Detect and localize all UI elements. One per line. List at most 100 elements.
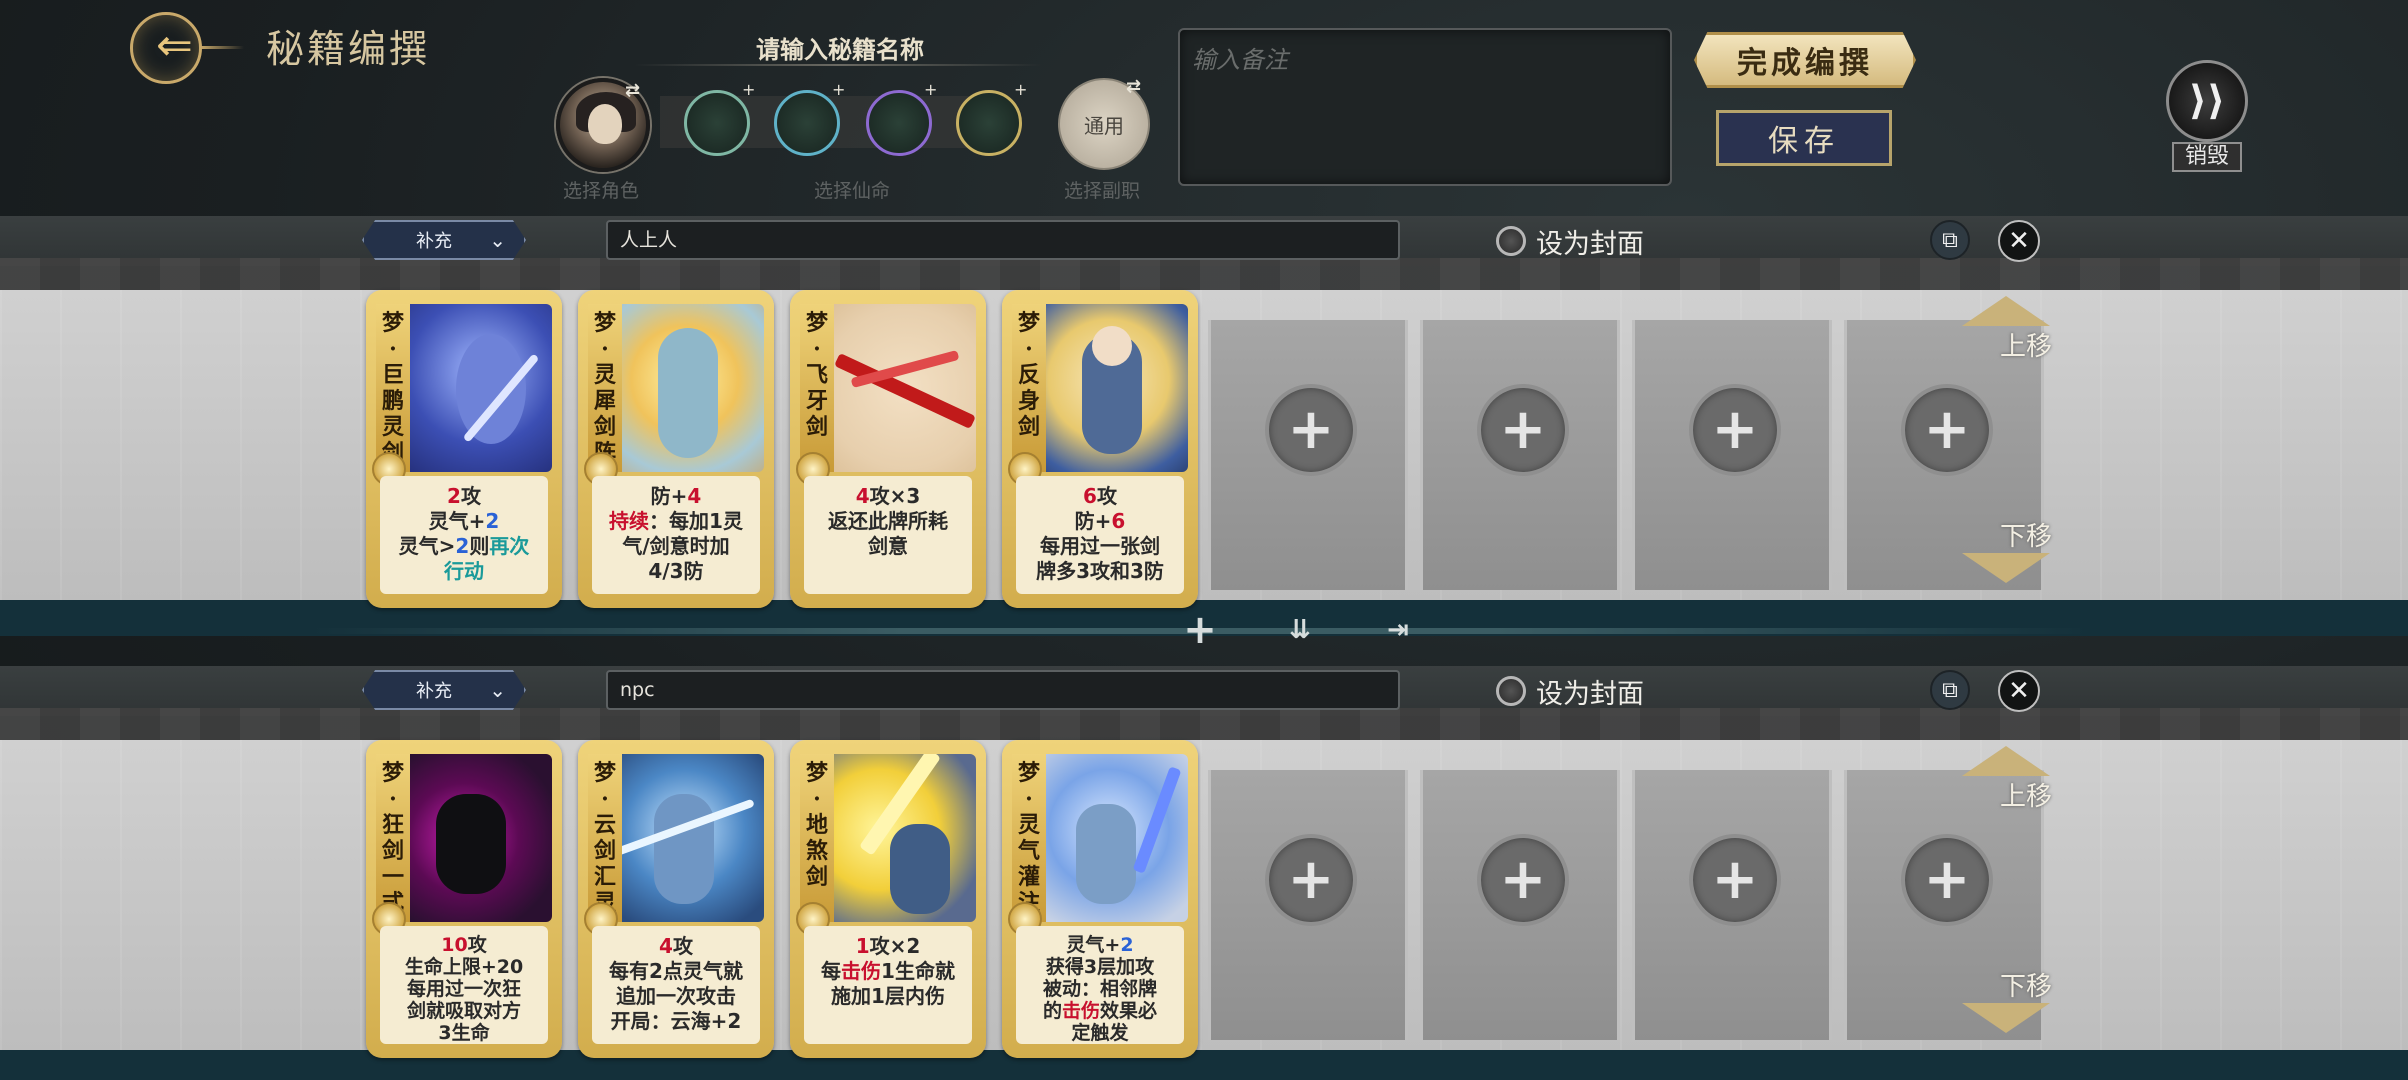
- deck-name-prompt[interactable]: 请输入秘籍名称: [640, 30, 1040, 65]
- empty-card-slot[interactable]: +: [1208, 320, 1408, 590]
- desc-text: 攻×3: [869, 484, 921, 508]
- copy-deck-button[interactable]: ⧉: [1930, 220, 1970, 260]
- fate-slot-1[interactable]: [684, 90, 750, 156]
- swap-icon[interactable]: ⇄: [1126, 76, 1141, 97]
- card[interactable]: 梦 · 地 煞 剑 1攻×2 每击伤1生命就 施加1层内伤: [790, 740, 986, 1058]
- add-card-icon[interactable]: +: [1265, 834, 1357, 926]
- desc-number: 2: [447, 484, 461, 508]
- move-up-button[interactable]: 上移: [1946, 296, 2066, 366]
- set-cover-toggle[interactable]: 设为封面: [1496, 674, 1644, 710]
- page-title: 秘籍编撰: [266, 27, 431, 71]
- desc-line: 每有2点灵气就: [609, 959, 743, 983]
- move-up-button[interactable]: 上移: [1946, 746, 2066, 816]
- card[interactable]: 梦 · 飞 牙 剑 4攻×3 返还此牌所耗 剑意: [790, 290, 986, 608]
- card-name-dot: ·: [601, 786, 609, 812]
- empty-card-slot[interactable]: +: [1420, 770, 1620, 1040]
- back-button[interactable]: ⇐: [122, 6, 244, 84]
- fate-slot-4[interactable]: [956, 90, 1022, 156]
- add-card-icon[interactable]: +: [1477, 384, 1569, 476]
- card[interactable]: 梦 · 灵 犀 剑 阵 防+4 持续：每加1灵 气/剑意时加 4/3防: [578, 290, 774, 608]
- copy-deck-button[interactable]: ⧉: [1930, 670, 1970, 710]
- card-prefix: 梦: [1017, 760, 1040, 786]
- card-name-dot: ·: [1025, 336, 1033, 362]
- desc-line: 施加1层内伤: [831, 984, 945, 1008]
- add-card-icon[interactable]: +: [1689, 834, 1781, 926]
- add-card-icon[interactable]: +: [1901, 834, 1993, 926]
- card[interactable]: 梦 · 云 剑 汇 灵 4攻 每有2点灵气就 追加一次攻击 开局：云海+2: [578, 740, 774, 1058]
- deck-section: 补充 ⌄ 人上人 设为封面 ⧉ ✕ 梦 · 巨 鹏 灵 剑: [0, 216, 2408, 636]
- card-name-char: 汇: [593, 864, 616, 890]
- move-down-label: 下移: [1999, 522, 2052, 552]
- card-name-char: 巨: [381, 362, 404, 388]
- deck-type-select[interactable]: 补充 ⌄: [362, 670, 526, 710]
- desc-keyword: 击伤: [841, 959, 882, 983]
- back-arrow-icon: ⇐: [156, 20, 193, 71]
- empty-card-slot[interactable]: +: [1632, 320, 1832, 590]
- desc-line: 1攻×2: [804, 934, 972, 959]
- add-deck-icon[interactable]: +: [1178, 607, 1222, 653]
- delete-deck-button[interactable]: ✕: [1998, 670, 2040, 712]
- deck-tape-decoration: [0, 708, 2408, 740]
- desc-line: 每用过一张剑: [1040, 534, 1160, 558]
- set-cover-toggle[interactable]: 设为封面: [1496, 224, 1644, 260]
- desc-text: 的: [1042, 1000, 1062, 1022]
- add-card-icon[interactable]: +: [1477, 834, 1569, 926]
- desc-line: 持续：每加1灵: [592, 509, 760, 534]
- fate-add-icon: +: [742, 80, 756, 99]
- save-button[interactable]: 保存: [1716, 110, 1892, 166]
- deck-name-input[interactable]: npc: [606, 670, 1400, 710]
- add-card-icon[interactable]: +: [1689, 384, 1781, 476]
- character-face: [588, 104, 622, 144]
- card-description: 6攻 防+6 每用过一张剑 牌多3攻和3防: [1016, 476, 1184, 594]
- move-down-button[interactable]: 下移: [1946, 516, 2066, 586]
- card-name-char: 牙: [805, 388, 828, 414]
- card-name-char: 剑: [593, 838, 616, 864]
- card-prefix: 梦: [805, 310, 828, 336]
- destroy-icon: ⟩⟩: [2166, 60, 2248, 142]
- desc-line: 开局：云海+2: [610, 1009, 742, 1033]
- chevron-down-icon: [1962, 1003, 2050, 1033]
- fate-slot-2[interactable]: [774, 90, 840, 156]
- card-name-char: 云: [593, 812, 616, 838]
- desc-text: 攻: [467, 934, 487, 956]
- delete-deck-button[interactable]: ✕: [1998, 220, 2040, 262]
- desc-text: 每: [821, 959, 842, 983]
- back-tail-decoration: [200, 46, 244, 49]
- desc-line: 灵气>2则再次: [380, 534, 548, 559]
- move-down-label: 下移: [1999, 972, 2052, 1002]
- add-card-icon[interactable]: +: [1901, 384, 1993, 476]
- fate-slot-3[interactable]: [866, 90, 932, 156]
- desc-keyword: 行动: [444, 559, 484, 583]
- fate-add-icon: +: [832, 80, 846, 99]
- chevron-down-icon: [1962, 553, 2050, 583]
- card-name-dot: ·: [813, 786, 821, 812]
- finish-button[interactable]: 完成编撰: [1694, 32, 1916, 88]
- desc-line: 4攻×3: [804, 484, 972, 509]
- card[interactable]: 梦 · 狂 剑 一 式 10攻 生命上限+20 每用过一次狂 剑就吸取对方 3生…: [366, 740, 562, 1058]
- radio-icon: [1496, 676, 1526, 706]
- card[interactable]: 梦 · 灵 气 灌 注 灵气+2 获得3层加攻 被动：相邻牌 的击伤效果必 定触…: [1002, 740, 1198, 1058]
- swap-icon[interactable]: ⇄: [625, 80, 640, 101]
- desc-keyword: 击伤: [1061, 1000, 1100, 1022]
- desc-line: 返还此牌所耗: [828, 509, 948, 533]
- destroy-button[interactable]: ⟩⟩ 销毁: [2162, 60, 2252, 176]
- note-input[interactable]: [1180, 30, 1670, 184]
- empty-card-slot[interactable]: +: [1420, 320, 1620, 590]
- chevron-down-icon: ⌄: [489, 678, 506, 702]
- desc-text: 灵气>: [398, 534, 456, 558]
- card[interactable]: 梦 · 反 身 剑 6攻 防+6 每用过一张剑 牌多3攻和3防: [1002, 290, 1198, 608]
- card-name-char: 身: [1017, 388, 1040, 414]
- desc-text: 攻: [460, 484, 481, 508]
- card-name-char: 一: [381, 864, 404, 890]
- import-icon[interactable]: ⇊: [1278, 608, 1322, 652]
- move-down-button[interactable]: 下移: [1946, 966, 2066, 1036]
- empty-card-slot[interactable]: +: [1208, 770, 1408, 1040]
- deck-type-select[interactable]: 补充 ⌄: [362, 220, 526, 260]
- card-description: 10攻 生命上限+20 每用过一次狂 剑就吸取对方 3生命: [380, 926, 548, 1044]
- deck-name-input[interactable]: 人上人: [606, 220, 1400, 260]
- add-card-icon[interactable]: +: [1265, 384, 1357, 476]
- export-icon[interactable]: ⇥: [1376, 608, 1420, 652]
- empty-card-slot[interactable]: +: [1632, 770, 1832, 1040]
- card-name-char: 地: [805, 812, 828, 838]
- card[interactable]: 梦 · 巨 鹏 灵 剑 2攻 灵气+2 灵气>2则再次 行动: [366, 290, 562, 608]
